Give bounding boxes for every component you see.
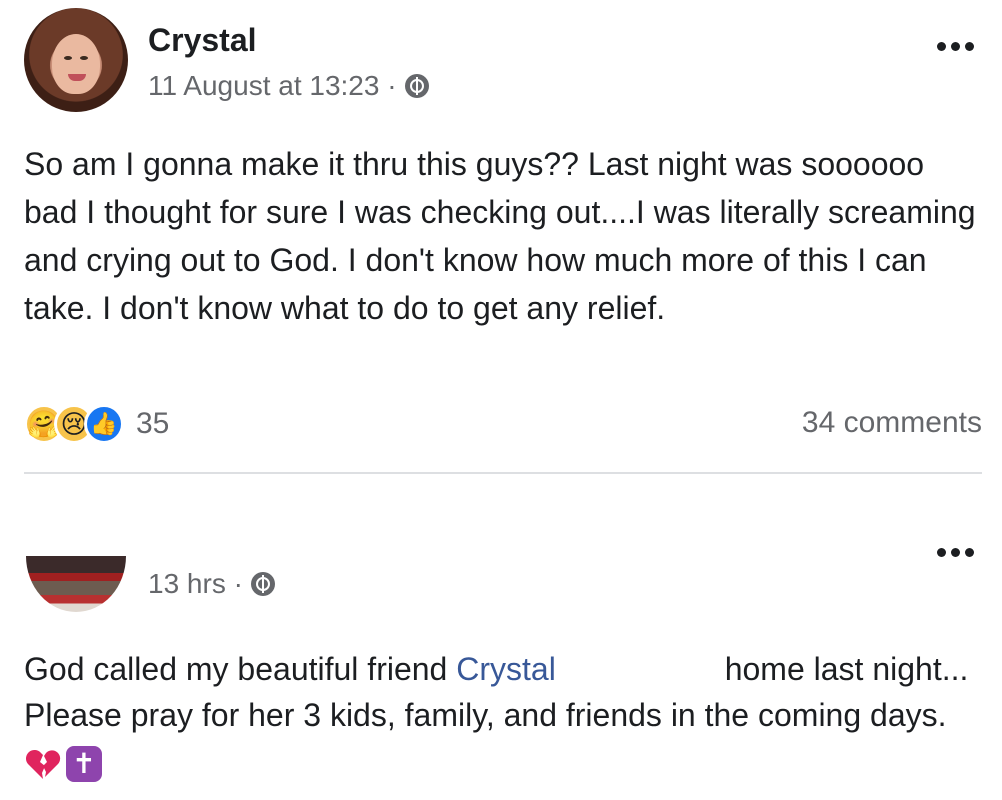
post-body-text: God called my beautiful friend bbox=[24, 651, 457, 687]
mention-link[interactable]: Crystal bbox=[456, 651, 556, 687]
globe-icon[interactable] bbox=[250, 572, 275, 596]
globe-icon[interactable] bbox=[404, 74, 429, 98]
reactions-summary[interactable]: 🤗 😢 👍 35 bbox=[24, 404, 169, 444]
dot bbox=[965, 548, 974, 557]
latin-cross-icon: ✝ bbox=[66, 745, 102, 782]
divider bbox=[24, 472, 982, 474]
post-body: So am I gonna make it thru this guys?? L… bbox=[24, 146, 976, 326]
post-card: Crystal 11 August at 13:23 · So am I gon… bbox=[0, 0, 1002, 480]
author-name[interactable]: Crystal bbox=[148, 22, 257, 59]
avatar[interactable] bbox=[24, 8, 128, 112]
comments-count[interactable]: 34 comments bbox=[802, 406, 982, 440]
more-options-icon[interactable] bbox=[937, 548, 974, 557]
post-body: God called my beautiful friend Crystal h… bbox=[24, 646, 984, 784]
reaction-count[interactable]: 35 bbox=[136, 407, 169, 441]
dot bbox=[965, 42, 974, 51]
post-timestamp[interactable]: 13 hrs · bbox=[148, 568, 243, 600]
post-timestamp[interactable]: 11 August at 13:23 · bbox=[148, 70, 397, 102]
broken-heart-icon bbox=[24, 747, 62, 781]
avatar[interactable] bbox=[26, 556, 126, 612]
dot bbox=[951, 548, 960, 557]
post-meta: 13 hrs · bbox=[148, 568, 275, 600]
avatar-eye bbox=[64, 56, 72, 60]
dot bbox=[937, 548, 946, 557]
post-meta: 11 August at 13:23 · bbox=[148, 70, 429, 102]
more-options-icon[interactable] bbox=[937, 42, 974, 51]
post-card: 13 hrs · God called my beautiful friend … bbox=[0, 520, 1002, 800]
dot bbox=[937, 42, 946, 51]
avatar-eye bbox=[80, 56, 88, 60]
avatar-face bbox=[52, 34, 100, 94]
like-icon: 👍 bbox=[84, 404, 124, 444]
dot bbox=[951, 42, 960, 51]
